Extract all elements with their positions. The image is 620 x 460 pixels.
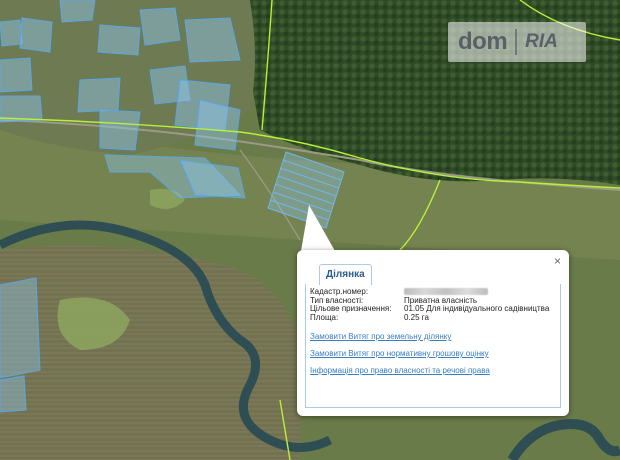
- tab-parcel[interactable]: Ділянка: [319, 264, 372, 285]
- ownership-rights-info-link[interactable]: Інформація про право власності та речові…: [310, 366, 490, 375]
- order-valuation-extract-link[interactable]: Замовити Витяг про нормативну грошову оц…: [310, 349, 489, 358]
- order-land-extract-link[interactable]: Замовити Витяг про земельну ділянку: [310, 332, 451, 341]
- field-area: Площа: 0.25 га: [310, 312, 549, 323]
- logo-ria-text: RIA: [525, 31, 558, 52]
- field-label: Площа:: [310, 312, 339, 322]
- logo-separator: [515, 29, 518, 55]
- field-value: 0.25 га: [404, 312, 429, 322]
- popup-pointer: [301, 205, 335, 251]
- redacted-blur: [404, 288, 488, 296]
- parcel-popup: × Ділянка Кадастр.номер: Тип власності: …: [297, 250, 569, 416]
- field-purpose: Цільове призначення: 01.05 Для індивідуа…: [310, 304, 549, 314]
- domria-logo: dom RIA: [448, 22, 586, 62]
- close-icon[interactable]: ×: [554, 254, 561, 268]
- parcel-info: Кадастр.номер: Тип власності: Приватна в…: [310, 287, 549, 323]
- logo-dom-text: dom: [458, 28, 508, 55]
